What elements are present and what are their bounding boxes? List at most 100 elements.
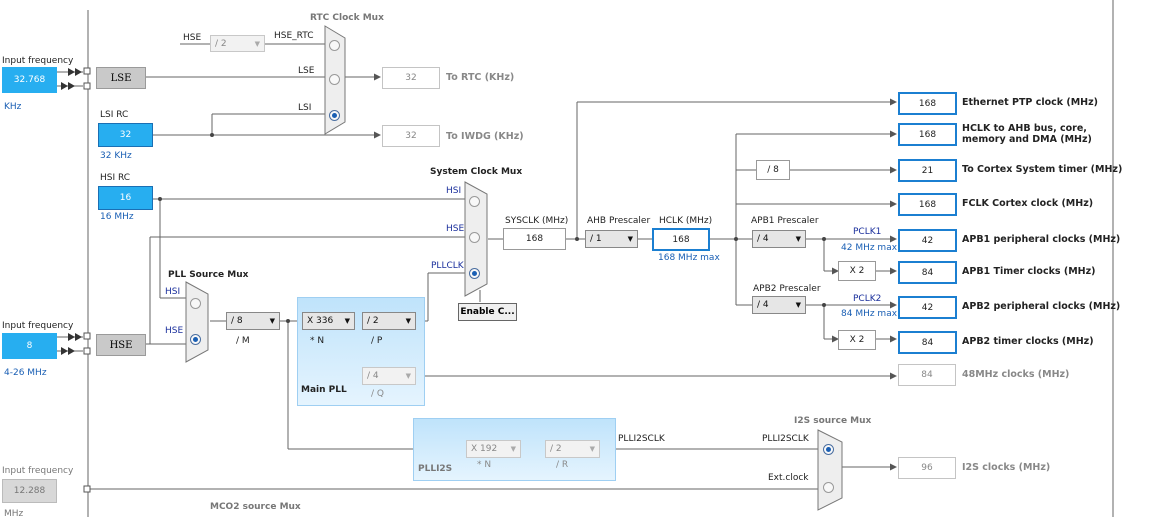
rtc-mux-lsi-option[interactable] — [329, 110, 340, 121]
i2s-clocks-label: I2S clocks (MHz) — [962, 462, 1051, 473]
apb1-prescaler[interactable]: / 4 ▼ — [752, 230, 806, 248]
system-mux-title: System Clock Mux — [430, 167, 523, 177]
rtc-hse-rtc-label: HSE_RTC — [274, 31, 314, 41]
pll-p-divider-value: / 2 — [367, 316, 379, 326]
pll-source-mux-title: PLL Source Mux — [168, 270, 249, 280]
lse-input-unit: KHz — [4, 102, 22, 112]
hclk-ahb-label-line2: memory and DMA (MHz) — [962, 134, 1092, 145]
hse-input-frequency[interactable]: 8 — [2, 333, 57, 359]
pll-m-label: / M — [236, 336, 250, 346]
lsi-caption: LSI RC — [100, 110, 129, 120]
system-mux-hse-option[interactable] — [469, 232, 480, 243]
mco2-mux-title: MCO2 source Mux — [210, 502, 301, 512]
hse-input-unit: 4-26 MHz — [4, 368, 47, 378]
hsi-unit: 16 MHz — [100, 212, 134, 222]
to-rtc-value: 32 — [382, 67, 440, 89]
hsi-caption: HSI RC — [100, 173, 131, 183]
system-mux-pllclk-option[interactable] — [469, 268, 480, 279]
apb2-timer-value[interactable]: 84 — [898, 331, 957, 354]
i2s-input-frequency[interactable]: 12.288 — [2, 479, 57, 503]
i2s-input-caption: Input frequency — [2, 466, 74, 476]
to-iwdg-label: To IWDG (KHz) — [446, 131, 524, 142]
ethernet-ptp-label: Ethernet PTP clock (MHz) — [962, 97, 1098, 108]
pll-source-hse-label: HSE — [165, 326, 184, 336]
plli2s-r-divider[interactable]: / 2 ▼ — [545, 440, 600, 458]
ahb-prescaler-value: / 1 — [590, 234, 602, 244]
pll-source-hsi-option[interactable] — [190, 298, 201, 309]
ethernet-ptp-value[interactable]: 168 — [898, 92, 957, 115]
fclk-value[interactable]: 168 — [898, 193, 957, 216]
apb2-prescaler[interactable]: / 4 ▼ — [752, 296, 806, 314]
rtc-hse-divider-value: / 2 — [215, 38, 227, 49]
chevron-down-icon: ▼ — [405, 317, 411, 325]
lse-input-frequency[interactable]: 32.768 — [2, 67, 57, 93]
chevron-down-icon: ▼ — [589, 445, 595, 453]
usb-48mhz-value: 84 — [898, 364, 956, 386]
to-rtc-label: To RTC (KHz) — [446, 72, 515, 83]
clock-tree-diagram: Input frequency 32.768 KHz LSE LSI RC 32… — [0, 0, 1153, 519]
hse-source: HSE — [96, 334, 146, 356]
chevron-down-icon: ▼ — [627, 235, 633, 243]
system-mux-pllclk-label: PLLCLK — [431, 261, 464, 271]
sysclk-label: SYSCLK (MHz) — [505, 216, 569, 226]
i2s-mux-plli2sclk-option[interactable] — [823, 444, 834, 455]
ahb-prescaler-label: AHB Prescaler — [587, 216, 651, 226]
rtc-mux-hse-option[interactable] — [329, 40, 340, 51]
fclk-label: FCLK Cortex clock (MHz) — [962, 198, 1094, 209]
plli2s-r-label: / R — [556, 460, 569, 470]
i2s-clocks-value: 96 — [898, 457, 956, 479]
i2s-mux-plli2sclk-label: PLLI2SCLK — [762, 434, 809, 444]
plli2s-title: PLLI2S — [418, 464, 453, 474]
plli2s-output-label: PLLI2SCLK — [618, 434, 665, 444]
plli2s-n-label: * N — [477, 460, 492, 470]
hclk-max: 168 MHz max — [658, 253, 720, 263]
pll-p-divider[interactable]: / 2 ▼ — [362, 312, 416, 330]
apb1-prescaler-label: APB1 Prescaler — [751, 216, 819, 226]
apb2-peripheral-label: APB2 peripheral clocks (MHz) — [962, 301, 1121, 312]
i2s-input-unit: MHz — [4, 509, 24, 519]
rtc-lse-label: LSE — [298, 66, 315, 76]
pll-q-label: / Q — [371, 389, 384, 399]
hsi-value: 16 — [98, 186, 153, 210]
hclk-ahb-label: HCLK to AHB bus, core, — [962, 123, 1087, 134]
pclk1-label: PCLK1 — [853, 227, 882, 237]
apb1-peripheral-label: APB1 peripheral clocks (MHz) — [962, 234, 1121, 245]
apb2-timer-label: APB2 timer clocks (MHz) — [962, 336, 1094, 347]
hclk-value[interactable]: 168 — [652, 228, 710, 251]
pll-q-divider-value: / 4 — [367, 371, 379, 381]
i2s-mux-ext-label: Ext.clock — [768, 473, 809, 483]
apb1-timer-value[interactable]: 84 — [898, 261, 957, 284]
rtc-mux-lse-option[interactable] — [329, 74, 340, 85]
apb2-prescaler-label: APB2 Prescaler — [753, 284, 821, 294]
chevron-down-icon: ▼ — [254, 39, 260, 48]
pll-source-hsi-label: HSI — [165, 287, 181, 297]
pll-m-divider[interactable]: / 8 ▼ — [226, 312, 280, 330]
pll-q-divider[interactable]: / 4 ▼ — [362, 367, 416, 385]
enable-css-button[interactable]: Enable C... — [458, 303, 517, 321]
i2s-mux-ext-option[interactable] — [823, 482, 834, 493]
system-mux-hsi-option[interactable] — [469, 196, 480, 207]
rtc-mux-title: RTC Clock Mux — [310, 13, 384, 23]
plli2s-r-divider-value: / 2 — [550, 444, 562, 454]
apb1-timer-multiplier: X 2 — [838, 261, 876, 281]
apb1-peripheral-value[interactable]: 42 — [898, 229, 957, 252]
pll-source-hse-option[interactable] — [190, 334, 201, 345]
rtc-lsi-label: LSI — [298, 103, 312, 113]
rtc-hse-divider[interactable]: / 2 ▼ — [210, 35, 265, 52]
lse-input-caption: Input frequency — [2, 56, 74, 66]
pll-n-multiplier[interactable]: X 336 ▼ — [302, 312, 355, 330]
plli2s-n-multiplier[interactable]: X 192 ▼ — [466, 440, 521, 458]
ahb-prescaler[interactable]: / 1 ▼ — [585, 230, 638, 248]
pll-n-label: * N — [310, 336, 325, 346]
apb2-timer-multiplier: X 2 — [838, 330, 876, 350]
apb1-prescaler-value: / 4 — [757, 234, 769, 244]
hclk-label: HCLK (MHz) — [659, 216, 713, 226]
cortex-timer-value[interactable]: 21 — [898, 159, 957, 182]
apb2-peripheral-value[interactable]: 42 — [898, 296, 957, 319]
cortex-timer-divider: / 8 — [756, 160, 790, 180]
system-mux-hsi-label: HSI — [446, 186, 462, 196]
hclk-ahb-value[interactable]: 168 — [898, 123, 957, 146]
to-iwdg-value: 32 — [382, 125, 440, 147]
usb-48mhz-label: 48MHz clocks (MHz) — [962, 369, 1070, 380]
chevron-down-icon: ▼ — [405, 372, 411, 380]
